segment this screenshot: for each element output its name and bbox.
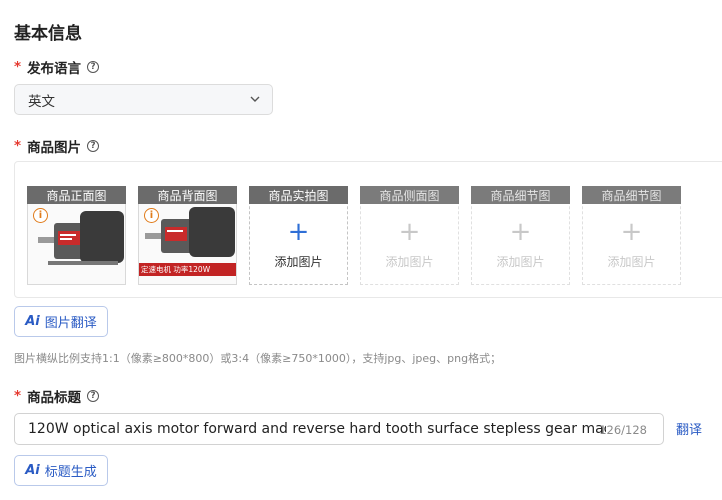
slot-label: 商品侧面图 xyxy=(360,186,459,204)
image-slot-detail-2: 商品细节图 + 添加图片 xyxy=(582,186,681,285)
product-title-value: 120W optical axis motor forward and reve… xyxy=(28,421,606,437)
slot-label: 商品细节图 xyxy=(471,186,570,204)
plus-icon: + xyxy=(620,217,643,247)
slot-label: 商品背面图 xyxy=(138,186,237,204)
images-field-label: * 商品图片 ? xyxy=(14,136,100,156)
image-slot-side: 商品侧面图 + 添加图片 xyxy=(360,186,459,285)
title-field-label: * 商品标题 ? xyxy=(14,386,100,406)
image-format-hint: 图片横纵比例支持1:1（像素≥800*800）或3:4（像素≥750*1000）… xyxy=(14,352,502,365)
slot-label: 商品细节图 xyxy=(582,186,681,204)
info-badge-icon: i xyxy=(144,208,159,223)
section-title: 基本信息 xyxy=(14,24,82,44)
image-caption: 定速电机 功率120W xyxy=(139,263,236,276)
required-mark: * xyxy=(14,138,22,154)
character-counter: 126/128 xyxy=(599,423,647,437)
add-image-text: 添加图片 xyxy=(496,255,545,269)
ai-title-generate-label: 标题生成 xyxy=(44,465,97,480)
language-selected-value: 英文 xyxy=(28,93,55,110)
chevron-down-icon xyxy=(250,96,260,102)
ai-title-generate-button[interactable]: Ai 标题生成 xyxy=(14,455,108,486)
images-label: 商品图片 xyxy=(27,140,82,156)
image-slot-front[interactable]: 商品正面图 i xyxy=(27,186,126,285)
help-icon[interactable]: ? xyxy=(87,140,100,152)
plus-icon: + xyxy=(287,217,310,247)
image-slot-detail-1: 商品细节图 + 添加图片 xyxy=(471,186,570,285)
ai-icon: Ai xyxy=(25,463,40,478)
language-field-label: * 发布语言 ? xyxy=(14,57,100,77)
ai-icon: Ai xyxy=(25,314,40,329)
plus-icon: + xyxy=(509,217,532,247)
ai-image-translate-label: 图片翻译 xyxy=(44,316,97,331)
title-label: 商品标题 xyxy=(27,390,82,406)
add-image-text: 添加图片 xyxy=(385,255,434,269)
slot-label: 商品实拍图 xyxy=(249,186,348,204)
language-label: 发布语言 xyxy=(27,61,82,77)
help-icon[interactable]: ? xyxy=(87,390,100,402)
image-slot-real-shot[interactable]: 商品实拍图 + 添加图片 xyxy=(249,186,348,285)
required-mark: * xyxy=(14,59,22,75)
required-mark: * xyxy=(14,388,22,404)
slot-label: 商品正面图 xyxy=(27,186,126,204)
add-image-text: 添加图片 xyxy=(607,255,656,269)
language-select[interactable]: 英文 xyxy=(14,84,273,115)
translate-link[interactable]: 翻译 xyxy=(676,419,702,438)
image-slot-back[interactable]: 商品背面图 定速电机 功率120W i xyxy=(138,186,237,285)
plus-icon: + xyxy=(398,217,421,247)
product-title-input[interactable]: 120W optical axis motor forward and reve… xyxy=(14,413,664,445)
help-icon[interactable]: ? xyxy=(87,61,100,73)
ai-image-translate-button[interactable]: Ai 图片翻译 xyxy=(14,306,108,337)
info-badge-icon: i xyxy=(33,208,48,223)
add-image-text: 添加图片 xyxy=(274,255,323,269)
